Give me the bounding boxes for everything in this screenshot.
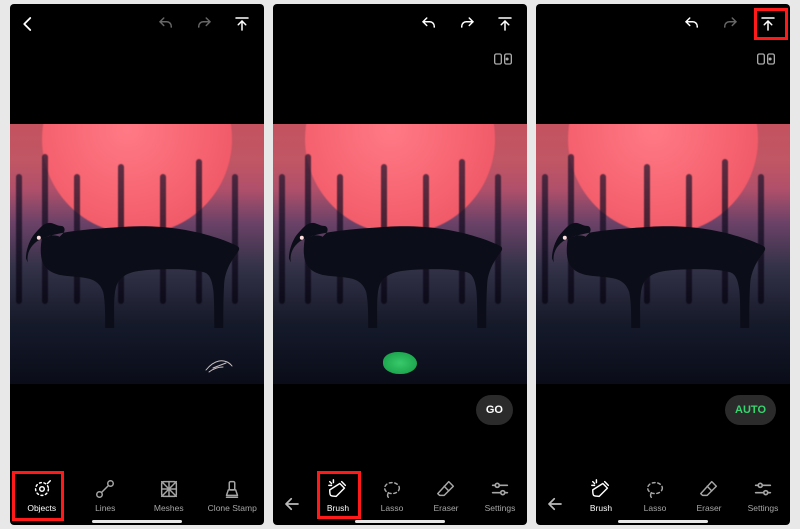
compare-row: [536, 44, 790, 74]
tool-brush-label: Brush: [590, 503, 612, 513]
toolbar-back[interactable]: [536, 495, 574, 513]
compare-icon[interactable]: [491, 47, 515, 71]
top-bar: [536, 4, 790, 44]
canvas-area[interactable]: [273, 124, 527, 384]
canvas-image: [536, 124, 790, 384]
artwork-scribble: [204, 356, 234, 374]
home-indicator: [92, 520, 182, 523]
brush-toolbar: Brush Lasso Eraser Settings: [273, 461, 527, 521]
tool-settings[interactable]: Settings: [736, 478, 790, 513]
tool-objects[interactable]: Objects: [10, 478, 74, 513]
tool-eraser-label: Eraser: [433, 503, 458, 513]
toolbar-back[interactable]: [273, 495, 311, 513]
screen-2: GO Brush Lasso Eraser Settings: [273, 4, 527, 525]
tool-meshes-label: Meshes: [154, 503, 184, 513]
redo-button[interactable]: [718, 12, 742, 36]
top-bar: [10, 4, 264, 44]
auto-label: AUTO: [735, 404, 766, 416]
canvas-image: [10, 124, 264, 384]
action-chip-row: AUTO: [536, 384, 790, 436]
undo-button[interactable]: [680, 12, 704, 36]
auto-button[interactable]: AUTO: [725, 395, 776, 425]
tool-lines-label: Lines: [95, 503, 115, 513]
back-button[interactable]: [16, 12, 40, 36]
tool-settings[interactable]: Settings: [473, 478, 527, 513]
tool-clone-label: Clone Stamp: [208, 503, 257, 513]
tool-brush-label: Brush: [327, 503, 349, 513]
tool-lasso-label: Lasso: [644, 503, 667, 513]
action-chip-row: GO: [273, 384, 527, 436]
tool-lines[interactable]: Lines: [74, 478, 138, 513]
undo-button[interactable]: [154, 12, 178, 36]
artwork-dog: [279, 205, 517, 344]
tool-lasso[interactable]: Lasso: [365, 478, 419, 513]
redo-button[interactable]: [192, 12, 216, 36]
screen-3: AUTO Brush Lasso Eraser Settings: [536, 4, 790, 525]
top-bar: [273, 4, 527, 44]
tool-brush[interactable]: Brush: [311, 478, 365, 513]
tool-eraser[interactable]: Eraser: [682, 478, 736, 513]
main-toolbar: Objects Lines Meshes Clone Stamp: [10, 461, 264, 521]
compare-row: [273, 44, 527, 74]
canvas-image: [273, 124, 527, 384]
compare-icon[interactable]: [754, 47, 778, 71]
tool-lasso[interactable]: Lasso: [628, 478, 682, 513]
canvas-area[interactable]: [536, 124, 790, 384]
brush-toolbar: Brush Lasso Eraser Settings: [536, 461, 790, 521]
tool-brush[interactable]: Brush: [574, 478, 628, 513]
home-indicator: [618, 520, 708, 523]
go-button[interactable]: GO: [476, 395, 513, 425]
brush-mark: [383, 352, 417, 374]
export-button[interactable]: [493, 12, 517, 36]
artwork-dog: [16, 205, 254, 344]
tool-eraser-label: Eraser: [696, 503, 721, 513]
tool-clone-stamp[interactable]: Clone Stamp: [201, 478, 265, 513]
tool-eraser[interactable]: Eraser: [419, 478, 473, 513]
go-label: GO: [486, 404, 503, 416]
canvas-area[interactable]: [10, 124, 264, 384]
export-button[interactable]: [230, 12, 254, 36]
home-indicator: [355, 520, 445, 523]
redo-button[interactable]: [455, 12, 479, 36]
tool-lasso-label: Lasso: [381, 503, 404, 513]
screen-1: Objects Lines Meshes Clone Stamp: [10, 4, 264, 525]
tool-settings-label: Settings: [748, 503, 779, 513]
tool-meshes[interactable]: Meshes: [137, 478, 201, 513]
artwork-dog: [542, 205, 780, 344]
export-button[interactable]: [756, 12, 780, 36]
tool-settings-label: Settings: [485, 503, 516, 513]
tool-objects-label: Objects: [27, 503, 56, 513]
undo-button[interactable]: [417, 12, 441, 36]
